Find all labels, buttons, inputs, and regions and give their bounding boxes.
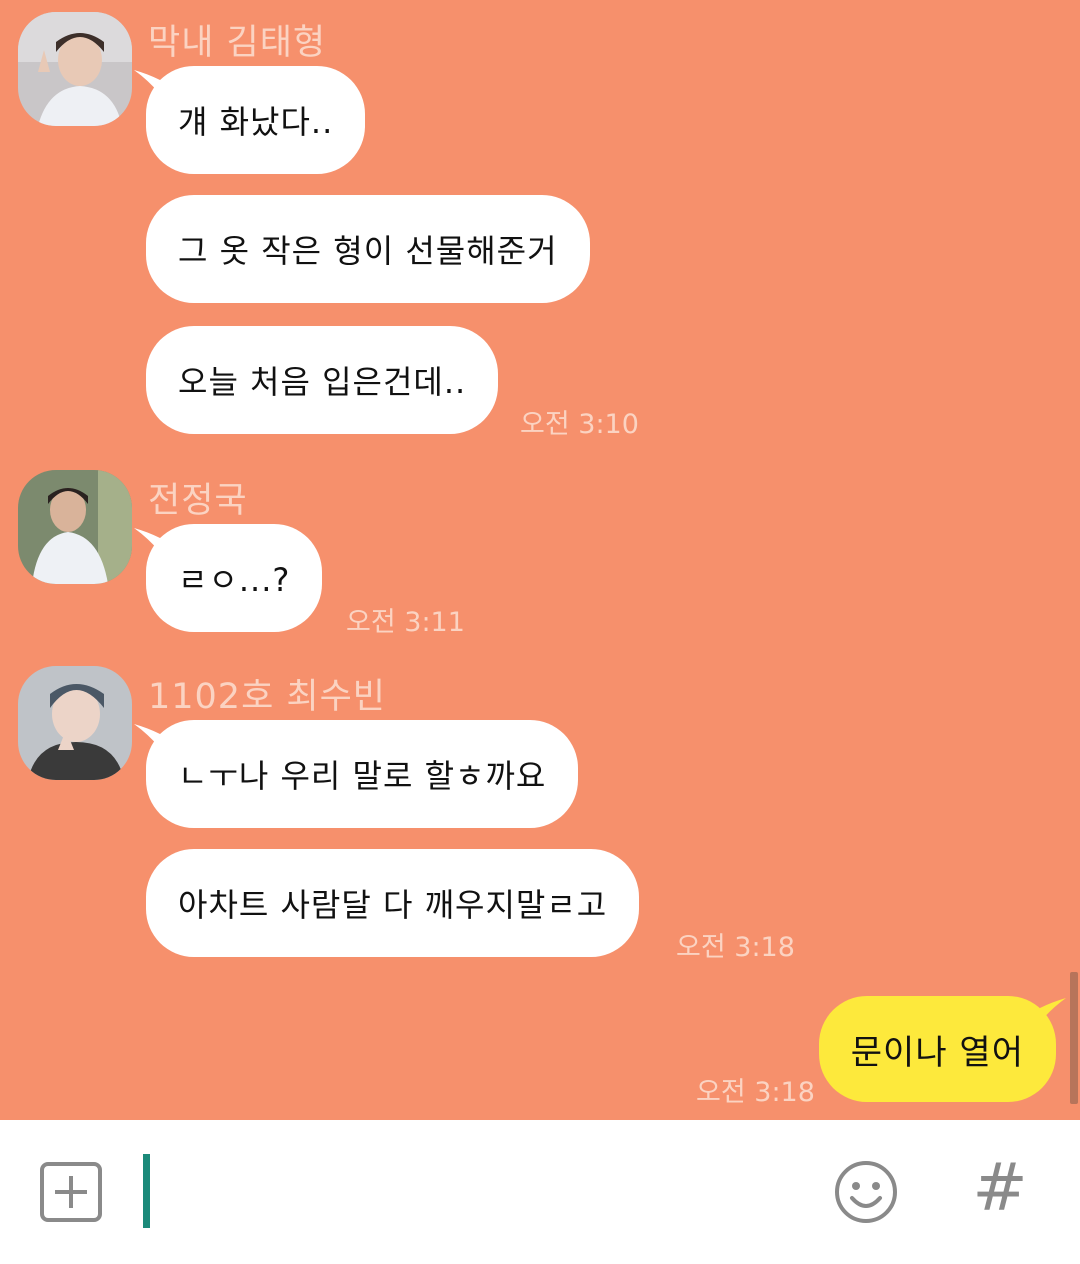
text-caret xyxy=(143,1154,150,1228)
avatar[interactable] xyxy=(18,12,132,126)
emoticon-icon[interactable] xyxy=(834,1160,898,1224)
profile-photo xyxy=(18,470,132,584)
message-input[interactable] xyxy=(160,1150,804,1236)
message-time: 오전 3:10 xyxy=(520,409,639,440)
sender-name: 1102호 최수빈 xyxy=(148,677,386,717)
message-time: 오전 3:18 xyxy=(696,1077,815,1108)
profile-photo xyxy=(18,666,132,780)
bubble-tail xyxy=(1040,998,1066,1022)
message-bubble[interactable]: 오늘 처음 입은건데.. xyxy=(146,326,499,434)
message-bubble[interactable]: 그 옷 작은 형이 선물해준거 xyxy=(146,195,590,303)
message-bubble[interactable]: 아차트 사람달 다 깨우지말ㄹ고 xyxy=(146,849,640,957)
chat-area: 막내 김태형 걔 화났다.. 그 옷 작은 형이 선물해준거 오늘 처음 입은건… xyxy=(0,0,1080,1120)
avatar[interactable] xyxy=(18,666,132,780)
scrollbar[interactable] xyxy=(1070,972,1078,1104)
hash-search-button[interactable]: # xyxy=(970,1148,1030,1228)
message-bubble[interactable]: ㄹㅇ...? xyxy=(146,524,323,632)
profile-photo xyxy=(18,12,132,126)
my-message-bubble[interactable]: 문이나 열어 xyxy=(818,996,1056,1102)
message-time: 오전 3:11 xyxy=(346,607,465,638)
message-bubble[interactable]: ㄴㅜ나 우리 말로 할ㅎ까요 xyxy=(146,720,579,828)
sender-name: 막내 김태형 xyxy=(148,23,327,63)
message-input-bar: # xyxy=(0,1120,1080,1264)
attach-plus-button[interactable] xyxy=(40,1162,102,1222)
sender-name: 전정국 xyxy=(148,481,248,521)
avatar[interactable] xyxy=(18,470,132,584)
message-time: 오전 3:18 xyxy=(676,932,795,963)
message-bubble[interactable]: 걔 화났다.. xyxy=(146,66,366,174)
